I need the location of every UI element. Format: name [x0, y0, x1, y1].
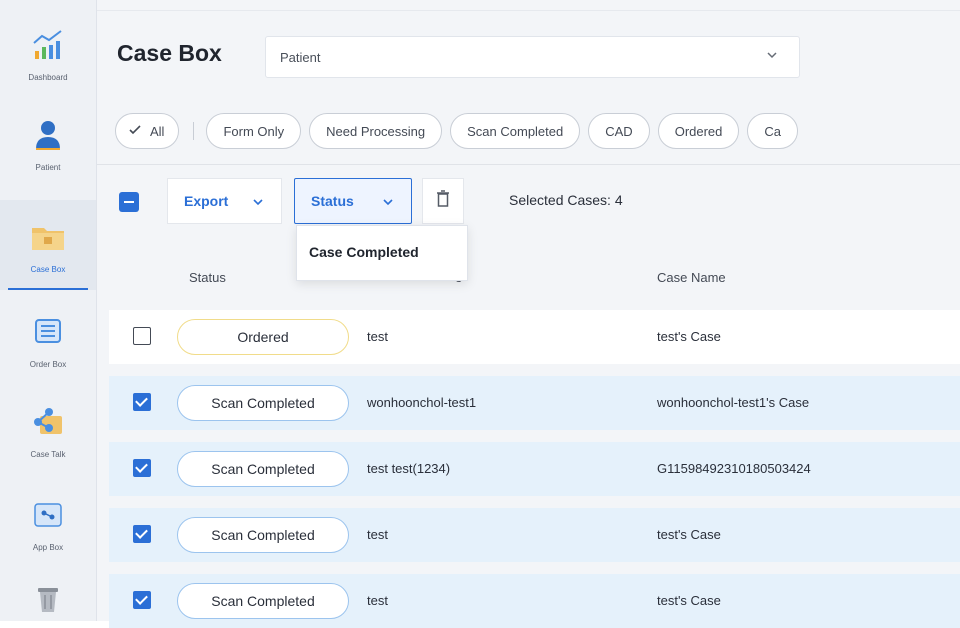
row-checkbox[interactable] [133, 525, 151, 543]
case-name-cell: test's Case [657, 527, 721, 542]
divider [193, 122, 195, 140]
status-badge: Scan Completed [177, 385, 349, 421]
table-row[interactable]: Scan Completed test test's Case [109, 508, 960, 562]
case-name-cell: test's Case [657, 329, 721, 344]
filter-chip-cad[interactable]: CAD [588, 113, 650, 149]
chevron-down-icon [251, 195, 265, 212]
app-icon [28, 495, 68, 535]
patient-cell: wonhoonchol-test1 [367, 395, 477, 410]
sidebar-item-label: Case Box [30, 264, 66, 274]
check-icon [128, 124, 142, 139]
delete-button[interactable] [422, 178, 464, 224]
patient-cell: test [367, 527, 388, 542]
sidebar-item-label: App Box [32, 542, 64, 552]
filter-chip-label: Need Processing [326, 123, 426, 139]
sidebar-item-label: Patient [35, 162, 61, 172]
chart-icon [28, 25, 68, 65]
filter-chip-all[interactable]: All [115, 113, 180, 149]
status-badge: Scan Completed [177, 451, 349, 487]
sidebar-item-label: Order Box [29, 359, 67, 369]
sidebar-item-label: Dashboard [28, 72, 68, 82]
patient-cell: test [367, 329, 388, 344]
table-row[interactable]: Scan Completed wonhoonchol-test1 wonhoon… [109, 376, 960, 430]
status-dropdown-menu: Case Completed [296, 225, 468, 281]
filter-chip-need-processing[interactable]: Need Processing [309, 113, 443, 149]
filter-chip-label: Form Only [223, 123, 285, 139]
column-header-case-name[interactable]: Case Name [657, 270, 726, 285]
sidebar-item-order-box[interactable]: Order Box [0, 295, 96, 385]
column-header-status[interactable]: Status [189, 270, 226, 285]
filter-chip-ordered[interactable]: Ordered [657, 113, 740, 149]
sidebar-item-app-box[interactable]: App Box [0, 478, 96, 568]
row-checkbox[interactable] [133, 591, 151, 609]
filter-chip-label: CAD [605, 123, 633, 139]
table-header: Status e Case Name [97, 252, 960, 300]
chevron-down-icon [381, 195, 395, 212]
filter-chip-label: Ca [764, 123, 782, 139]
page-title: Case Box [117, 40, 222, 66]
filter-chip-form-only[interactable]: Form Only [206, 113, 302, 149]
folder-icon [28, 217, 68, 257]
status-badge: Ordered [177, 319, 349, 355]
sidebar-item-case-box[interactable]: Case Box [0, 200, 96, 290]
main-content: Case Box Patient All Form Only Need Proc… [97, 0, 960, 628]
case-name-cell: test's Case [657, 593, 721, 608]
status-badge: Scan Completed [177, 517, 349, 553]
person-icon [28, 115, 68, 155]
status-badge: Scan Completed [177, 583, 349, 619]
filter-chip-label: Ordered [674, 123, 723, 139]
status-label: Status [311, 193, 354, 209]
share-icon [28, 402, 68, 442]
sidebar: Dashboard Patient Case Box Order Box Cas… [0, 0, 97, 621]
sidebar-item-label: Case Talk [30, 449, 66, 459]
table-row[interactable]: Scan Completed test test's Case [109, 574, 960, 628]
filter-chip-label: All [150, 123, 165, 139]
row-checkbox[interactable] [133, 393, 151, 411]
sidebar-item-patient[interactable]: Patient [0, 98, 96, 188]
trash-icon [28, 578, 68, 618]
case-name-cell: G1159849231018050342‌4 [657, 461, 811, 476]
table-row[interactable]: Scan Completed test test(1234) G11598492… [109, 442, 960, 496]
row-checkbox[interactable] [133, 459, 151, 477]
sidebar-item-case-talk[interactable]: Case Talk [0, 385, 96, 475]
divider [97, 10, 960, 11]
patient-cell: test [367, 593, 388, 608]
list-icon [28, 312, 68, 352]
sidebar-item-dashboard[interactable]: Dashboard [0, 8, 96, 98]
export-label: Export [184, 193, 229, 209]
table-row[interactable]: Ordered test test's Case [109, 310, 960, 364]
filter-chip-label: Scan Completed [467, 123, 564, 139]
row-checkbox[interactable] [133, 327, 151, 345]
sidebar-item-trash[interactable] [0, 570, 96, 621]
selected-cases-count: Selected Cases: 4 [509, 192, 623, 208]
export-button[interactable]: Export [167, 178, 282, 224]
filter-bar: All Form Only Need Processing Scan Compl… [115, 112, 806, 150]
case-name-cell: wonhoonchol-test1's Case [657, 395, 810, 410]
filter-chip-more[interactable]: Ca [747, 113, 799, 149]
filter-chip-scan-completed[interactable]: Scan Completed [450, 113, 581, 149]
search-type-value: Patient [280, 49, 321, 65]
divider [97, 164, 960, 165]
chevron-down-icon [765, 48, 779, 65]
trash-icon [436, 189, 450, 213]
patient-cell: test test(1234) [367, 461, 451, 476]
search-type-select[interactable]: Patient [265, 36, 800, 78]
menu-item-case-completed[interactable]: Case Completed [309, 244, 419, 260]
select-all-checkbox[interactable] [119, 192, 139, 212]
status-button[interactable]: Status [294, 178, 412, 224]
